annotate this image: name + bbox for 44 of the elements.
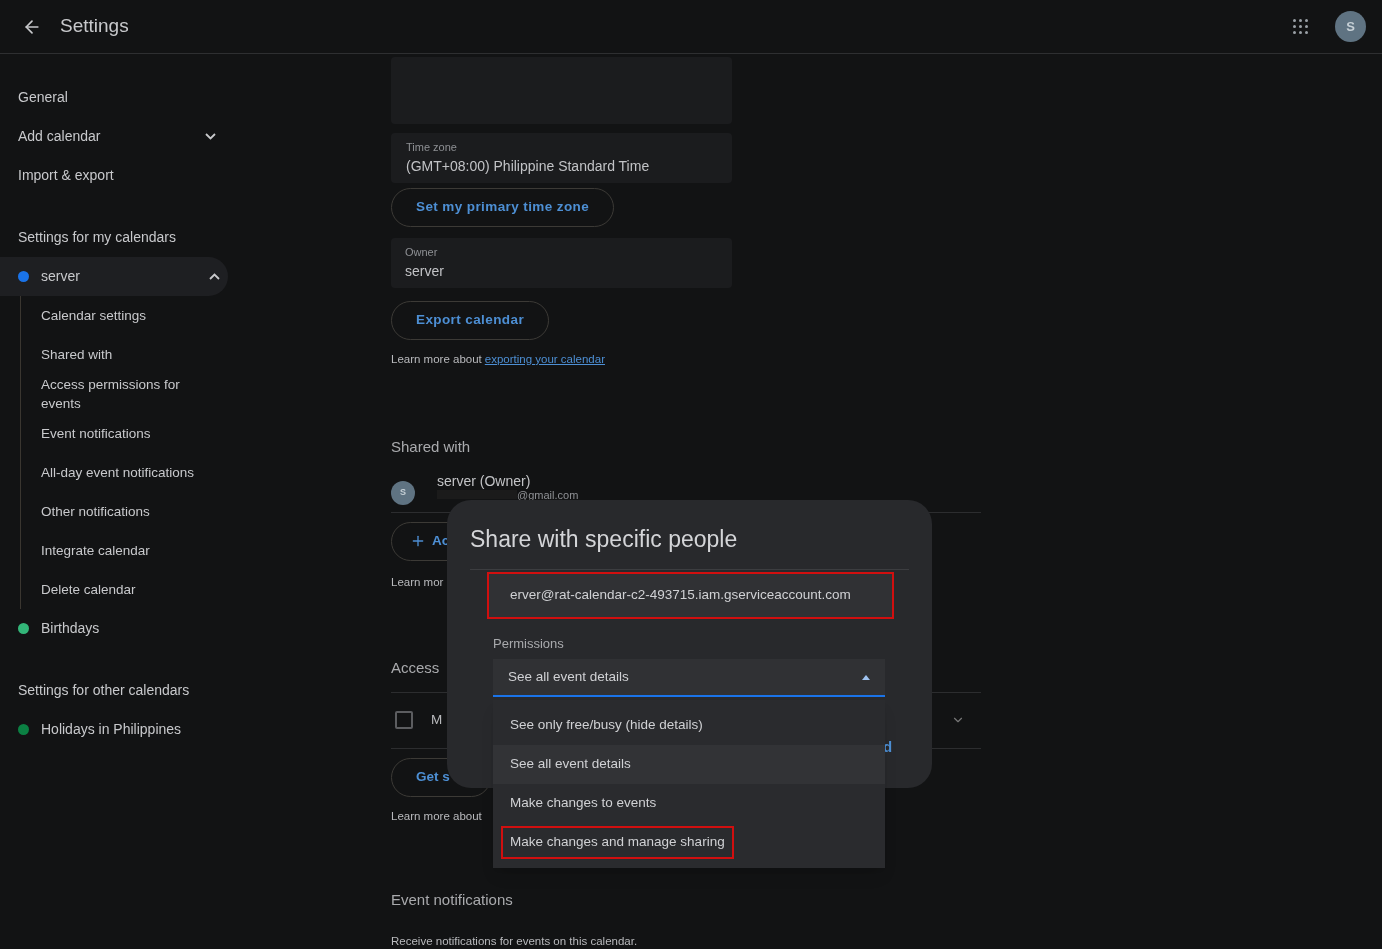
section-heading: Settings for other calendars (17, 681, 191, 700)
option-label: Make changes to events (509, 794, 658, 813)
exporting-calendar-link[interactable]: exporting your calendar (484, 351, 605, 369)
owner-field: Owner server (391, 238, 732, 288)
sidebar-subitem[interactable]: Event notifications (41, 414, 211, 453)
permissions-select[interactable]: See all event details (493, 659, 885, 697)
menu-option[interactable]: See only free/busy (hide details) (493, 706, 885, 745)
checkbox[interactable] (395, 711, 413, 729)
permissions-label: Permissions (493, 634, 565, 653)
page-title: Settings (60, 14, 129, 39)
section-heading: Settings for my calendars (17, 228, 177, 247)
person-avatar: S (391, 480, 415, 505)
sidebar-item[interactable]: General (0, 78, 228, 117)
menu-option[interactable]: See all event details (493, 745, 885, 784)
option-label: See all event details (509, 755, 632, 774)
calendar-item[interactable]: Birthdays (0, 609, 228, 648)
sidebar-subitem[interactable]: All-day event notifications (41, 453, 211, 492)
sidebar-item[interactable]: Add calendar (0, 117, 228, 156)
help-text: Learn more about (391, 352, 482, 367)
time-zone-field[interactable]: Time zone (GMT+08:00) Philippine Standard Time (391, 133, 732, 183)
menu-option[interactable]: Make changes and manage sharing (493, 823, 885, 862)
caret-icon (862, 674, 870, 680)
person-email: @gmail.com (517, 488, 579, 501)
section-heading: Access (391, 658, 440, 678)
calendar-item[interactable]: Holidays in Philippines (0, 710, 228, 749)
sidebar-subitem[interactable]: Delete calendar (41, 570, 211, 609)
calendar-item[interactable]: server (0, 257, 228, 296)
section-heading: Shared with (391, 437, 472, 458)
sidebar-subitem[interactable]: Integrate calendar (41, 531, 211, 570)
sidebar-subitem[interactable]: Other notifications (41, 492, 211, 531)
sidebar-subitem[interactable]: Shared with (41, 335, 211, 374)
menu-option[interactable]: Make changes to events (493, 784, 885, 823)
email-field[interactable]: erver@rat-calendar-c2-493715.iam.gserviceaccount.com (487, 571, 894, 619)
checkbox-label: M (431, 710, 443, 729)
help-text: Learn mor (391, 574, 445, 590)
sidebar-subitem[interactable]: Calendar settings (41, 296, 211, 335)
sidebar-item[interactable]: Import & export (0, 156, 228, 195)
section-heading: Event notifications (391, 889, 514, 910)
help-text: Learn more about (391, 808, 483, 824)
person-name: server (Owner) (437, 472, 532, 489)
option-label: Make changes and manage sharing (501, 826, 734, 859)
help-text: Receive notifications for events on this calendar. (391, 934, 639, 949)
sidebar-subitem[interactable]: Access permissions for events (41, 374, 211, 414)
option-label: See only free/busy (hide details) (509, 716, 704, 735)
